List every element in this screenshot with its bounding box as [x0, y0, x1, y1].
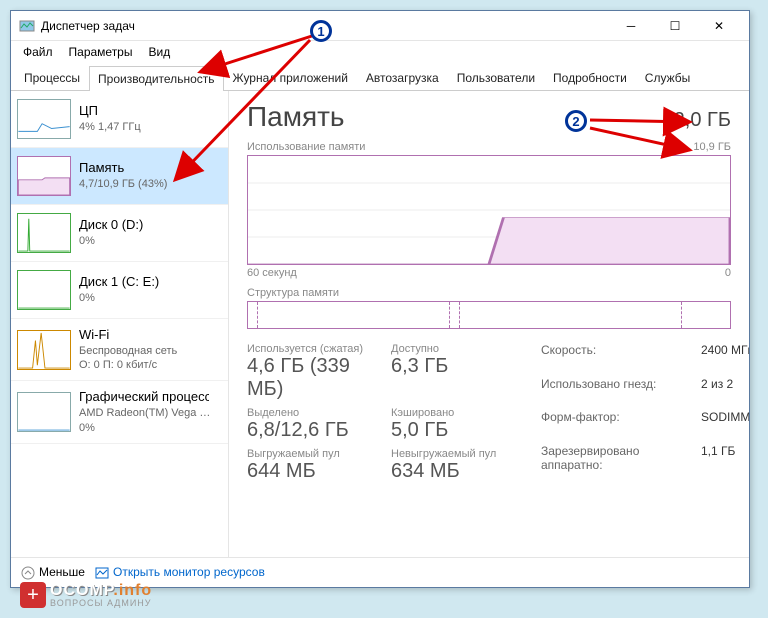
cpu-sub: 4% 1,47 ГГц — [79, 120, 141, 134]
disk1-title: Диск 1 (C: E:) — [79, 274, 159, 291]
paged-label: Выгружаемый пул — [247, 448, 387, 460]
gpu-sub1: AMD Radeon(TM) Vega … — [79, 406, 210, 420]
menu-view[interactable]: Вид — [142, 43, 176, 61]
sidebar: ЦП4% 1,47 ГГц Память4,7/10,9 ГБ (43%) Ди… — [11, 91, 229, 557]
axis-left: 60 секунд — [247, 267, 297, 279]
sidebar-item-disk1[interactable]: Диск 1 (C: E:)0% — [11, 262, 228, 319]
disk0-sub: 0% — [79, 234, 143, 248]
sidebar-item-memory[interactable]: Память4,7/10,9 ГБ (43%) — [11, 148, 228, 205]
cpu-thumb-icon — [17, 99, 71, 139]
tab-app-history[interactable]: Журнал приложений — [224, 65, 357, 90]
menubar: Файл Параметры Вид — [11, 41, 749, 63]
graph-usage-max: 10,9 ГБ — [693, 141, 731, 153]
wifi-sub2: О: 0 П: 0 кбит/с — [79, 358, 177, 372]
cached-label: Кэшировано — [391, 407, 531, 419]
close-button[interactable]: ✕ — [697, 12, 741, 40]
disk0-thumb-icon — [17, 213, 71, 253]
form-value: SODIMM — [701, 410, 749, 440]
cpu-title: ЦП — [79, 103, 141, 120]
memory-sub: 4,7/10,9 ГБ (43%) — [79, 177, 167, 191]
disk0-title: Диск 0 (D:) — [79, 217, 143, 234]
speed-value: 2400 МГц — [701, 343, 749, 373]
speed-label: Скорость: — [541, 343, 701, 373]
chevron-up-icon — [21, 566, 35, 580]
content: ЦП4% 1,47 ГГц Память4,7/10,9 ГБ (43%) Ди… — [11, 91, 749, 557]
committed-value: 6,8/12,6 ГБ — [247, 419, 387, 442]
tab-details[interactable]: Подробности — [544, 65, 636, 90]
sidebar-item-gpu[interactable]: Графический процессорAMD Radeon(TM) Vega… — [11, 381, 228, 443]
memory-usage-graph — [247, 155, 731, 265]
slots-label: Использовано гнезд: — [541, 377, 701, 407]
tab-performance[interactable]: Производительность — [89, 66, 223, 91]
titlebar: Диспетчер задач ─ ☐ ✕ — [11, 11, 749, 41]
nonpaged-value: 634 МБ — [391, 460, 531, 483]
menu-file[interactable]: Файл — [17, 43, 59, 61]
maximize-button[interactable]: ☐ — [653, 12, 697, 40]
sidebar-item-cpu[interactable]: ЦП4% 1,47 ГГц — [11, 91, 228, 148]
tabbar: Процессы Производительность Журнал прило… — [11, 63, 749, 91]
hwres-value: 1,1 ГБ — [701, 444, 749, 488]
main-panel: Память 12,0 ГБ Использование памяти 10,9… — [229, 91, 749, 557]
fewer-details-toggle[interactable]: Меньше — [21, 565, 85, 580]
memory-title: Память — [79, 160, 167, 177]
form-label: Форм-фактор: — [541, 410, 701, 440]
gpu-thumb-icon — [17, 392, 71, 432]
paged-value: 644 МБ — [247, 460, 387, 483]
memory-composition-bar — [247, 301, 731, 329]
struct-label: Структура памяти — [247, 287, 731, 299]
app-icon — [19, 18, 35, 34]
avail-value: 6,3 ГБ — [391, 355, 531, 378]
annotation-callout-1: 1 — [310, 20, 332, 42]
tab-startup[interactable]: Автозагрузка — [357, 65, 448, 90]
wifi-sub1: Беспроводная сеть — [79, 344, 177, 358]
sidebar-item-disk0[interactable]: Диск 0 (D:)0% — [11, 205, 228, 262]
in-use-value: 4,6 ГБ (339 МБ) — [247, 355, 387, 401]
watermark: + OCOMP.info ВОПРОСЫ АДМИНУ — [20, 582, 152, 608]
gpu-title: Графический процессор — [79, 389, 209, 406]
page-title: Память — [247, 101, 345, 133]
stats: Используется (сжатая)4,6 ГБ (339 МБ) Дос… — [247, 343, 731, 487]
slots-value: 2 из 2 — [701, 377, 749, 407]
committed-label: Выделено — [247, 407, 387, 419]
nonpaged-label: Невыгружаемый пул — [391, 448, 531, 460]
memory-total: 12,0 ГБ — [663, 109, 731, 132]
disk1-thumb-icon — [17, 270, 71, 310]
open-resource-monitor-link[interactable]: Открыть монитор ресурсов — [95, 565, 265, 580]
tab-processes[interactable]: Процессы — [15, 65, 89, 90]
in-use-label: Используется (сжатая) — [247, 343, 387, 355]
cached-value: 5,0 ГБ — [391, 419, 531, 442]
wifi-thumb-icon — [17, 330, 71, 370]
menu-options[interactable]: Параметры — [63, 43, 139, 61]
tab-users[interactable]: Пользователи — [448, 65, 544, 90]
axis-right: 0 — [725, 267, 731, 279]
wifi-title: Wi-Fi — [79, 327, 177, 344]
tab-services[interactable]: Службы — [636, 65, 699, 90]
minimize-button[interactable]: ─ — [609, 12, 653, 40]
task-manager-window: Диспетчер задач ─ ☐ ✕ Файл Параметры Вид… — [10, 10, 750, 588]
graph-usage-label: Использование памяти — [247, 141, 365, 153]
watermark-plus-icon: + — [20, 582, 46, 608]
hwres-label: Зарезервировано аппаратно: — [541, 444, 701, 488]
resmon-icon — [95, 566, 109, 580]
memory-thumb-icon — [17, 156, 71, 196]
annotation-callout-2: 2 — [565, 110, 587, 132]
avail-label: Доступно — [391, 343, 531, 355]
gpu-sub2: 0% — [79, 421, 210, 435]
sidebar-item-wifi[interactable]: Wi-FiБеспроводная сетьО: 0 П: 0 кбит/с — [11, 319, 228, 381]
disk1-sub: 0% — [79, 291, 159, 305]
